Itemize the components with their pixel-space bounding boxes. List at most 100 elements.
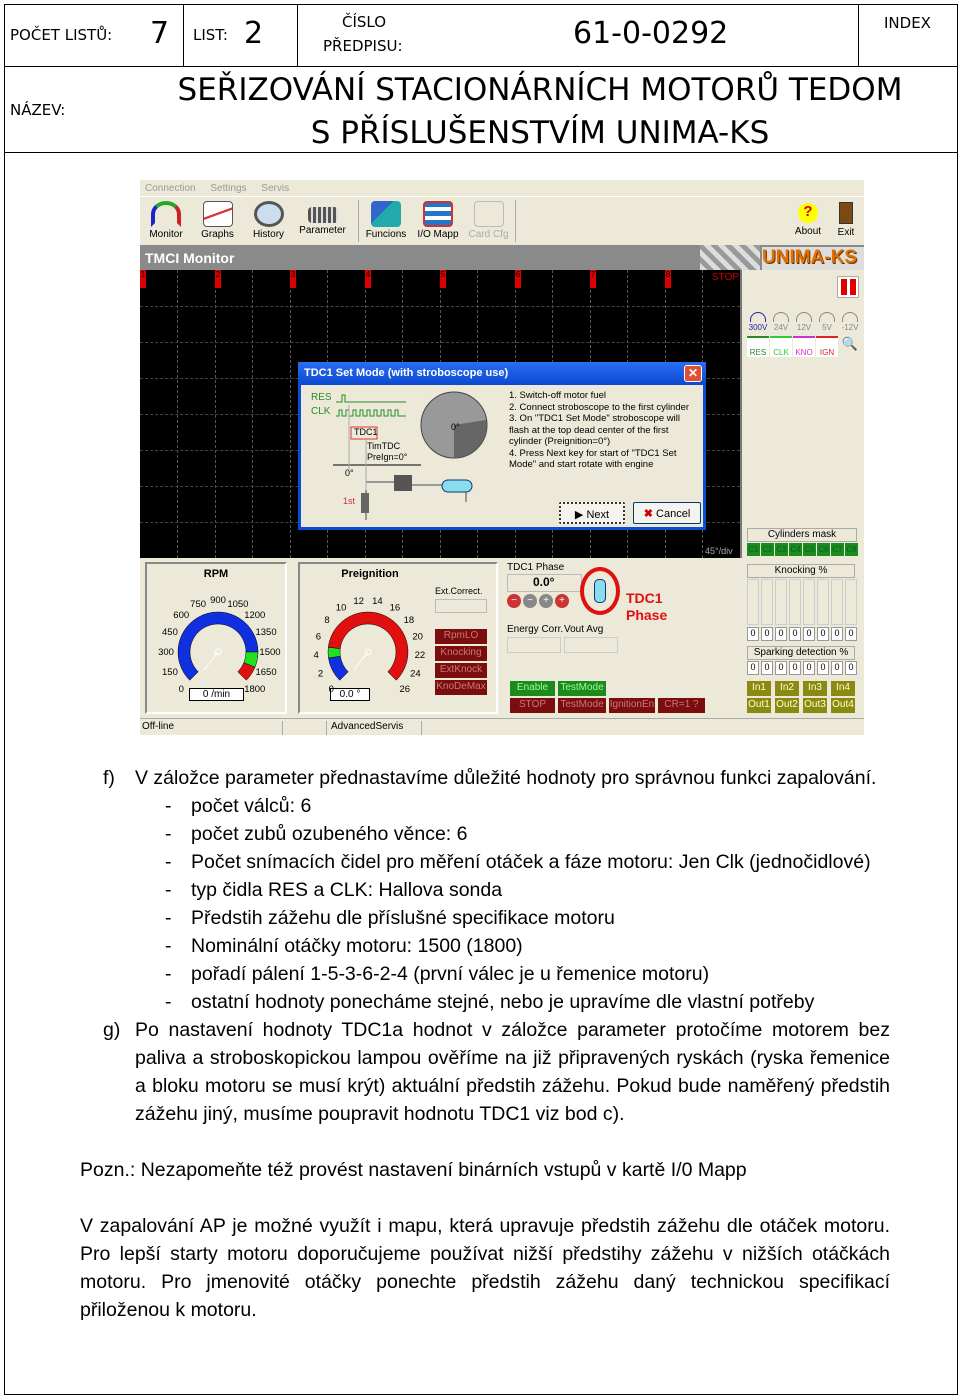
bullet-text: počet válců: 6 xyxy=(191,795,312,817)
stroboscope-icon[interactable] xyxy=(594,579,606,603)
toolbar-history[interactable]: History xyxy=(246,197,291,245)
toolbar-funcions[interactable]: Funcions xyxy=(362,197,410,245)
menu-servis[interactable]: Servis xyxy=(261,183,289,194)
sparking-value: 0 xyxy=(775,661,787,675)
knocking-bar xyxy=(817,579,829,625)
ext-correct-label: Ext.Correct. xyxy=(435,586,483,596)
bullet-dash: - xyxy=(165,935,172,957)
energy-corr-label: Energy Corr. xyxy=(507,624,564,635)
first-cylinder-label: 1st xyxy=(343,496,356,506)
bullet-item: - pořadí pálení 1-5-3-6-2-4 (první válec … xyxy=(78,960,890,988)
graph-icon xyxy=(202,201,233,227)
output-indicator: Out3 xyxy=(803,698,827,713)
menu-settings[interactable]: Settings xyxy=(210,183,246,194)
bullet-item: - Počet snímacích čidel pro měření otáček… xyxy=(78,848,890,876)
voltage-gauge-icon xyxy=(842,312,858,322)
vout-avg-label: Vout Avg xyxy=(564,624,604,635)
item-f-label: f) xyxy=(103,767,115,789)
voltage-button: 5V xyxy=(822,323,832,332)
cylinder-toggle: C7 xyxy=(831,543,844,556)
sparking-value: 0 xyxy=(803,661,815,675)
rpmlo-indicator: RpmLO xyxy=(435,629,487,644)
cylinders-mask-label: Cylinders mask xyxy=(747,528,857,542)
toolbar-monitor[interactable]: Monitor xyxy=(145,197,187,245)
minus-small-button[interactable]: − xyxy=(523,594,537,608)
knocking-bar xyxy=(803,579,815,625)
about-button[interactable]: ? About xyxy=(790,197,826,245)
exit-button[interactable]: Exit xyxy=(832,197,860,245)
bullet-dash: - xyxy=(165,907,172,929)
knocking-bar xyxy=(845,579,857,625)
rpm-title: RPM xyxy=(203,568,229,580)
knocking-value: 0 xyxy=(775,627,787,641)
cylinder-marker: 2 xyxy=(215,270,221,288)
right-control-panel: 300V 24V 12V 5V -12V RES CLK KNO IGN 🔍 Cylinders… xyxy=(740,270,864,558)
toolbar-parameter[interactable]: Parameter xyxy=(295,197,350,245)
preignition-panel: Preignition 0.0 ° Ext.Correct. RpmLO Kno… xyxy=(298,562,498,714)
timtdc-label: TimTDC xyxy=(367,441,401,451)
cylinder-marker: 6 xyxy=(515,270,521,288)
bullet-text: ostatní hodnoty ponecháme stejné, nebo j… xyxy=(191,991,815,1013)
minus-big-button[interactable]: − xyxy=(507,594,521,608)
pause-button[interactable] xyxy=(837,276,859,298)
knocking-value: 0 xyxy=(761,627,773,641)
status-mode: AdvancedServis xyxy=(329,721,422,735)
grid-line-horizontal xyxy=(140,306,740,307)
brand-logo: UNIMA-KS xyxy=(762,247,864,270)
tdc1-set-mode-dialog: TDC1 Set Mode (with stroboscope use) ✕ R… xyxy=(298,362,706,530)
plus-big-button[interactable]: + xyxy=(555,594,569,608)
menu-connection[interactable]: Connection xyxy=(145,183,196,194)
status-connection: Off-line xyxy=(140,721,283,735)
plus-small-button[interactable]: + xyxy=(539,594,553,608)
signal-button-kno: KNO xyxy=(793,336,815,357)
cylinder-marker: 4 xyxy=(365,270,371,288)
sheet-count: 7 xyxy=(150,16,170,51)
cancel-button[interactable]: ✖ Cancel xyxy=(633,502,701,524)
knocking-bar xyxy=(789,579,801,625)
voltage-gauge-icon xyxy=(750,312,766,322)
stop-indicator: STOP xyxy=(510,698,555,713)
cylinder-marker: 1 xyxy=(140,270,146,288)
voltage-button: 24V xyxy=(773,323,789,332)
next-button[interactable]: ▶ Next xyxy=(559,502,625,524)
vout-avg-field xyxy=(564,637,618,653)
knocking-bar xyxy=(831,579,843,625)
toolbar-graphs[interactable]: Graphs xyxy=(195,197,240,245)
cylinder-toggle: C5 xyxy=(803,543,816,556)
door-icon xyxy=(839,202,853,224)
window-title-bar: TMCI Monitor UNIMA-KS xyxy=(140,245,864,270)
rpm-value: 0 /min xyxy=(189,688,244,701)
cylinder-marker: 3 xyxy=(290,270,296,288)
functions-icon xyxy=(371,201,401,227)
final-paragraph: V zapalování AP je možné využít i mapu, … xyxy=(80,1215,890,1321)
ext-correct-field xyxy=(435,599,487,613)
knocking-bar xyxy=(775,579,787,625)
close-icon[interactable]: ✕ xyxy=(684,365,702,382)
io-map-icon xyxy=(423,201,453,227)
knocking-value: 0 xyxy=(803,627,815,641)
toolbar-card-cfg: Card Cfg xyxy=(466,197,511,245)
cylinders-mask: C1 C2 C3 C4 C5 C6 C7 C8 xyxy=(747,543,859,556)
signal-button-clk: CLK xyxy=(770,336,792,357)
status-empty xyxy=(285,721,327,735)
preignition-value: 0.0 ° xyxy=(330,688,370,701)
status-bar: Off-line AdvancedServis xyxy=(140,718,864,735)
cylinder-toggle: C2 xyxy=(761,543,774,556)
energy-corr-field xyxy=(507,637,561,653)
bullet-dash: - xyxy=(165,795,172,817)
io-indicators: In1 In2 In3 In4 Out1 Out2 Out3 Out4 xyxy=(747,681,859,715)
card-icon xyxy=(473,201,504,227)
extknock-indicator: ExtKnock xyxy=(435,663,487,678)
output-indicator: Out1 xyxy=(747,698,771,713)
knocking-bars: 00000000 xyxy=(747,579,859,641)
knocking-bar xyxy=(761,579,773,625)
scope-scale: 45°/div xyxy=(705,546,733,556)
item-f: f) V záložce parameter přednastavíme důle… xyxy=(78,764,890,792)
document-header: POČET LISTŮ: 7 LIST: 2 ČÍSLO PŘEDPISU: 6… xyxy=(4,4,958,153)
cylinder-marker: 7 xyxy=(590,270,596,288)
toolbar-io-mapp[interactable]: I/O Mapp xyxy=(414,197,462,245)
document-body: f) V záložce parameter přednastavíme důle… xyxy=(78,764,890,1324)
tdc1-phase-label: TDC1 Phase xyxy=(507,562,565,573)
knocking-value: 0 xyxy=(747,627,759,641)
bullet-list: - počet válců: 6- počet zubů ozubeného věn… xyxy=(78,792,890,1016)
